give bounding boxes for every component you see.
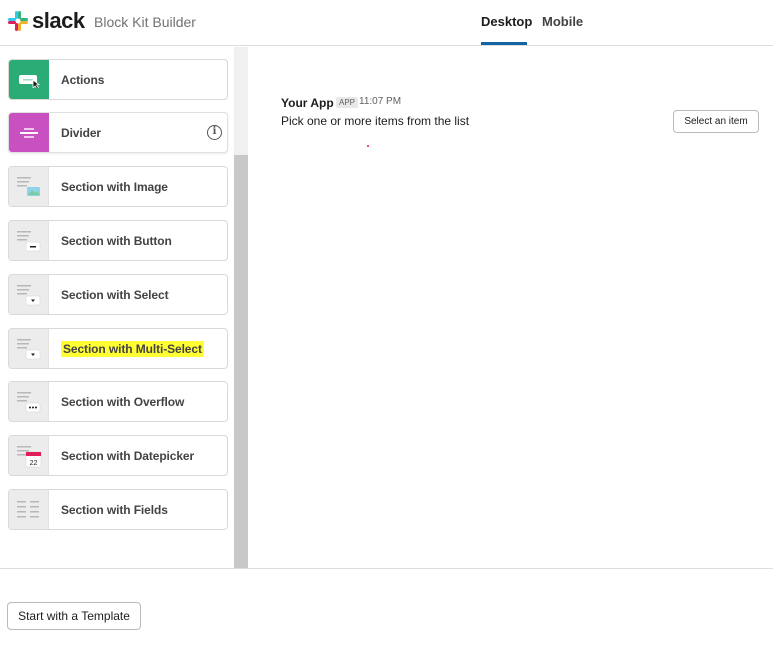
block-section-multiselect[interactable]: Section with Multi-Select	[8, 328, 228, 369]
start-template-button[interactable]: Start with a Template	[7, 602, 141, 630]
block-actions[interactable]: Actions	[8, 59, 228, 100]
section-datepicker-icon: 22	[9, 436, 49, 475]
block-label: Section with Image	[61, 179, 168, 194]
block-sidebar: Actions Divider i Section with Image Sec…	[0, 47, 248, 568]
block-label: Divider	[61, 125, 101, 140]
tab-desktop[interactable]: Desktop	[481, 14, 532, 29]
section-select-icon	[9, 275, 49, 314]
tab-mobile[interactable]: Mobile	[542, 14, 583, 29]
header: slack Block Kit Builder Desktop Mobile	[0, 0, 773, 46]
divider-icon	[9, 113, 49, 152]
block-section-button[interactable]: Section with Button	[8, 220, 228, 261]
block-label: Section with Overflow	[61, 394, 185, 409]
block-label: Section with Datepicker	[61, 448, 195, 463]
info-icon[interactable]: i	[207, 125, 222, 140]
active-tab-indicator	[481, 42, 527, 45]
block-divider[interactable]: Divider i	[8, 112, 228, 153]
section-image-icon	[9, 167, 49, 206]
footer: Start with a Template	[0, 568, 773, 647]
section-overflow-icon	[9, 382, 49, 421]
highlighted-label: Section with Multi-Select	[61, 340, 204, 357]
scrollbar-thumb[interactable]	[234, 155, 248, 568]
block-section-image[interactable]: Section with Image	[8, 166, 228, 207]
message-text: Pick one or more items from the list	[281, 114, 470, 128]
red-dot	[367, 145, 369, 147]
app-badge: APP	[336, 97, 359, 108]
block-section-overflow[interactable]: Section with Overflow	[8, 381, 228, 422]
select-item-button[interactable]: Select an item	[673, 110, 759, 133]
block-section-select[interactable]: Section with Select	[8, 274, 228, 315]
block-section-fields[interactable]: Section with Fields	[8, 489, 228, 530]
block-label: Section with Fields	[61, 502, 168, 517]
brand-name[interactable]: slack	[32, 8, 85, 34]
slack-logo-icon[interactable]	[8, 11, 28, 31]
block-label: Section with Multi-Select	[61, 340, 204, 357]
block-section-datepicker[interactable]: 22 Section with Datepicker	[8, 435, 228, 476]
message-timestamp: 11:07 PM	[359, 96, 402, 107]
message-preview: Your App APP 11:07 PM Pick one or more i…	[249, 47, 773, 568]
block-label: Actions	[61, 72, 105, 87]
app-name: Your App	[281, 96, 334, 110]
actions-icon	[9, 60, 49, 99]
section-multiselect-icon	[9, 329, 49, 368]
section-fields-icon	[9, 490, 49, 529]
calendar-day: 22	[29, 460, 37, 467]
block-label: Section with Button	[61, 233, 172, 248]
block-label: Section with Select	[61, 287, 169, 302]
section-button-icon	[9, 221, 49, 260]
app-subtitle: Block Kit Builder	[94, 14, 196, 30]
